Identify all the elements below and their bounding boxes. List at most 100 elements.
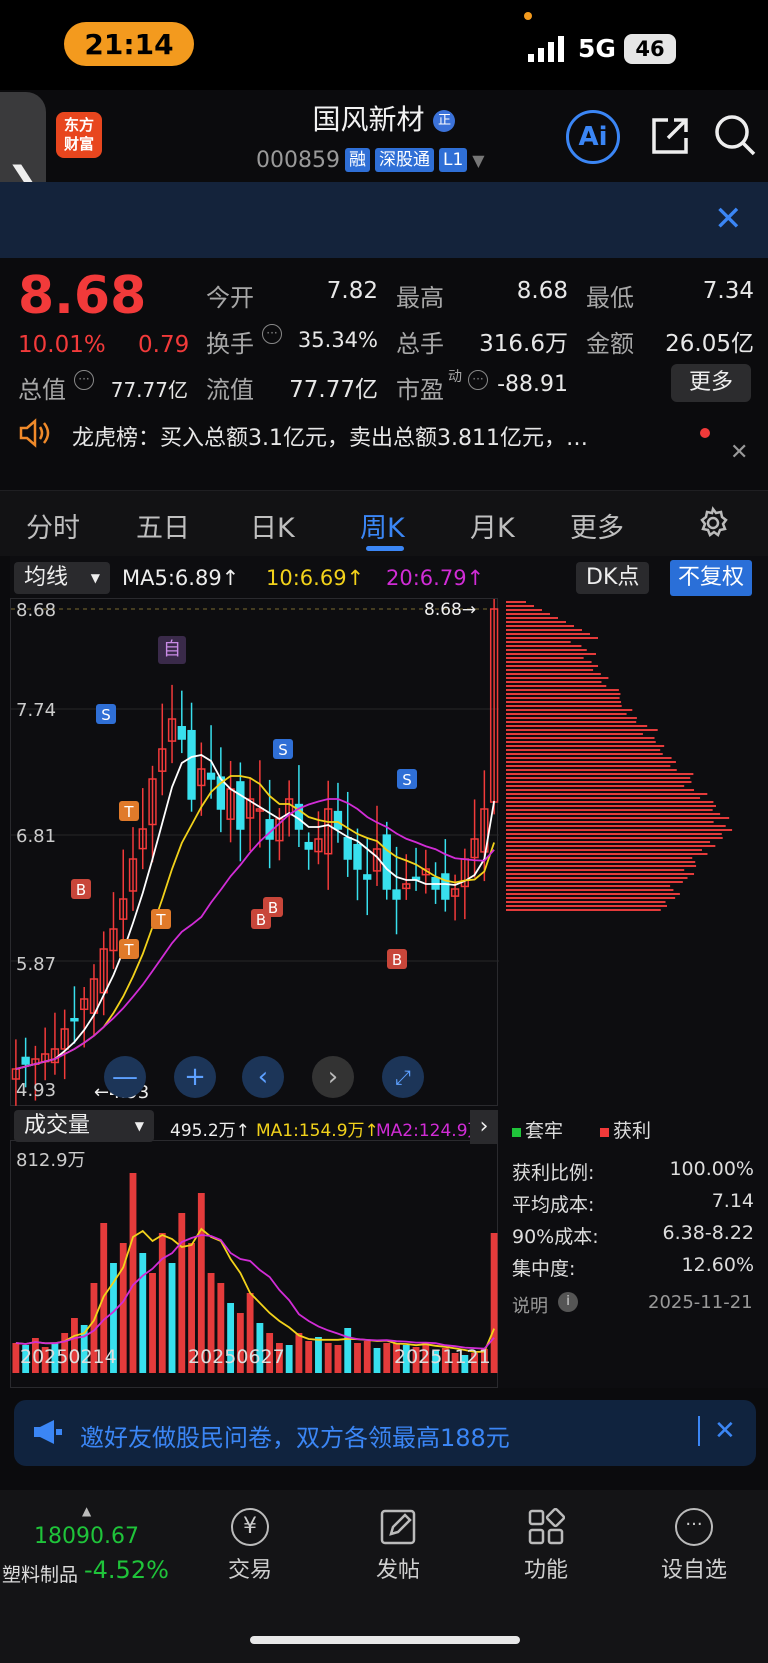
connect-badge: 深股通 bbox=[374, 148, 434, 172]
volume-select[interactable]: 成交量 ▼ bbox=[14, 1110, 154, 1142]
volume-bar bbox=[149, 1273, 156, 1373]
info-icon[interactable]: i bbox=[558, 1292, 578, 1312]
stock-code-bar[interactable]: 000859 融 深股通 L1 ▼ bbox=[256, 146, 485, 174]
legend-trap-label: 套牢 bbox=[525, 1120, 564, 1142]
nav-label: 设自选 bbox=[660, 1558, 727, 1583]
chip-stat-key: 获利比例: bbox=[512, 1162, 595, 1184]
tab-five-day[interactable]: 五日 bbox=[136, 506, 190, 545]
info-icon[interactable]: ··· bbox=[74, 370, 94, 390]
close-icon[interactable]: ✕ bbox=[714, 202, 743, 236]
dk-point-button[interactable]: DK点 bbox=[576, 562, 650, 594]
battery-icon: 46 bbox=[624, 34, 676, 64]
pe-sup: 动 bbox=[448, 369, 462, 385]
nav-trade[interactable]: ¥ 交易 bbox=[200, 1508, 300, 1584]
candle-body bbox=[441, 873, 450, 900]
pe-label: 市盈 bbox=[396, 376, 444, 404]
signal-icon bbox=[528, 36, 568, 62]
tab-weekly-k[interactable]: 周K bbox=[360, 506, 405, 545]
pan-left-button[interactable]: ‹ bbox=[242, 1056, 284, 1098]
info-icon[interactable]: ··· bbox=[262, 324, 282, 344]
nav-functions[interactable]: 功能 bbox=[496, 1507, 596, 1584]
volume-bar bbox=[373, 1348, 381, 1373]
nav-label: 发帖 bbox=[375, 1558, 420, 1583]
nav-label: 交易 bbox=[227, 1558, 272, 1583]
trade-marker-label: S bbox=[278, 741, 288, 759]
change-percent: 10.01% bbox=[18, 332, 106, 358]
candle-body bbox=[333, 810, 343, 830]
info-icon[interactable]: ··· bbox=[468, 370, 488, 390]
y-tick-1: 8.68 bbox=[16, 600, 57, 621]
volume-select-label: 成交量 bbox=[24, 1113, 91, 1138]
volume-bar bbox=[344, 1328, 352, 1373]
trade-marker-label: B bbox=[392, 951, 402, 969]
status-time: 21:14 bbox=[64, 22, 194, 66]
chip-date: 2025-11-21 bbox=[648, 1292, 753, 1313]
kline-chart[interactable]: BTSTTBBSSB bbox=[10, 584, 499, 1106]
zoom-in-button[interactable]: + bbox=[174, 1056, 216, 1098]
volume-bar bbox=[324, 1343, 332, 1373]
ma5-label: MA5:6.89↑ bbox=[122, 566, 240, 590]
index-change: -4.52% bbox=[84, 1556, 169, 1584]
volume-bar bbox=[383, 1343, 391, 1373]
volume-bar bbox=[490, 1233, 498, 1373]
pe-value: -88.91 bbox=[497, 372, 568, 397]
float-label: 流值 bbox=[206, 376, 254, 404]
kline-svg: BTSTT BBSSB bbox=[11, 584, 499, 1106]
gear-icon[interactable] bbox=[696, 506, 730, 540]
candle-body bbox=[382, 834, 391, 890]
date-end: 20251121 bbox=[394, 1346, 491, 1368]
yen-icon: ¥ bbox=[231, 1508, 269, 1546]
open-value: 7.82 bbox=[326, 278, 378, 304]
chip-stat-value: 6.38-8.22 bbox=[662, 1222, 754, 1244]
trade-marker-label: T bbox=[155, 911, 166, 929]
trade-marker-label: B bbox=[76, 881, 86, 899]
home-indicator bbox=[250, 1636, 520, 1644]
tab-intraday[interactable]: 分时 bbox=[26, 506, 80, 545]
share-icon[interactable] bbox=[648, 114, 692, 158]
candle-body bbox=[411, 876, 421, 881]
top-banner[interactable] bbox=[0, 182, 768, 258]
fullscreen-button[interactable]: ⤢ bbox=[382, 1056, 424, 1098]
ma10-label: 10:6.69↑ bbox=[266, 566, 365, 590]
pan-right-button[interactable]: › bbox=[312, 1056, 354, 1098]
self-marker: 自 bbox=[158, 636, 186, 664]
expand-arrow-icon[interactable]: › bbox=[470, 1110, 498, 1144]
trade-marker-label: S bbox=[402, 771, 412, 789]
search-icon[interactable] bbox=[712, 112, 758, 158]
close-icon[interactable]: ✕ bbox=[714, 1416, 736, 1446]
level-badge: L1 bbox=[438, 148, 468, 172]
ma-select[interactable]: 均线 ▼ bbox=[14, 562, 110, 594]
candle-body bbox=[304, 841, 313, 850]
volume-bar bbox=[363, 1341, 371, 1373]
close-icon[interactable]: ✕ bbox=[730, 440, 748, 465]
candle-body bbox=[343, 837, 352, 860]
index-value[interactable]: 18090.67 bbox=[34, 1524, 139, 1549]
chip-note[interactable]: 说明 bbox=[512, 1292, 548, 1318]
volume-bar bbox=[295, 1333, 303, 1373]
caret-down-icon: ▼ bbox=[90, 571, 100, 585]
turnover-label: 换手 bbox=[206, 330, 254, 358]
adjust-button[interactable]: 不复权 bbox=[670, 560, 752, 596]
ai-button[interactable]: Ai bbox=[566, 110, 620, 164]
megaphone-icon bbox=[32, 1418, 64, 1446]
tab-daily-k[interactable]: 日K bbox=[250, 506, 295, 545]
more-button[interactable]: 更多 bbox=[671, 364, 751, 402]
tab-more[interactable]: 更多 bbox=[570, 506, 624, 545]
chip-stat-key: 平均成本: bbox=[512, 1194, 595, 1216]
nav-watchlist[interactable]: ··· 设自选 bbox=[644, 1508, 744, 1584]
last-price: 8.68 bbox=[18, 266, 147, 326]
ma20-label: 20:6.79↑ bbox=[386, 566, 485, 590]
active-tab-indicator bbox=[366, 546, 404, 551]
low-value: 7.34 bbox=[702, 278, 754, 304]
nav-label: 功能 bbox=[523, 1558, 568, 1583]
trade-marker-label: S bbox=[101, 706, 111, 724]
nav-post[interactable]: 发帖 bbox=[348, 1508, 448, 1584]
candle-body bbox=[353, 843, 362, 870]
zoom-out-button[interactable]: — bbox=[104, 1056, 146, 1098]
up-caret-icon: ▲ bbox=[82, 1504, 92, 1518]
tab-monthly-k[interactable]: 月K bbox=[470, 506, 515, 545]
chip-distribution bbox=[506, 598, 758, 938]
y-tick-3: 6.81 bbox=[16, 826, 57, 847]
legend-trap: 套牢 bbox=[512, 1116, 563, 1143]
candle-body bbox=[21, 1056, 30, 1065]
